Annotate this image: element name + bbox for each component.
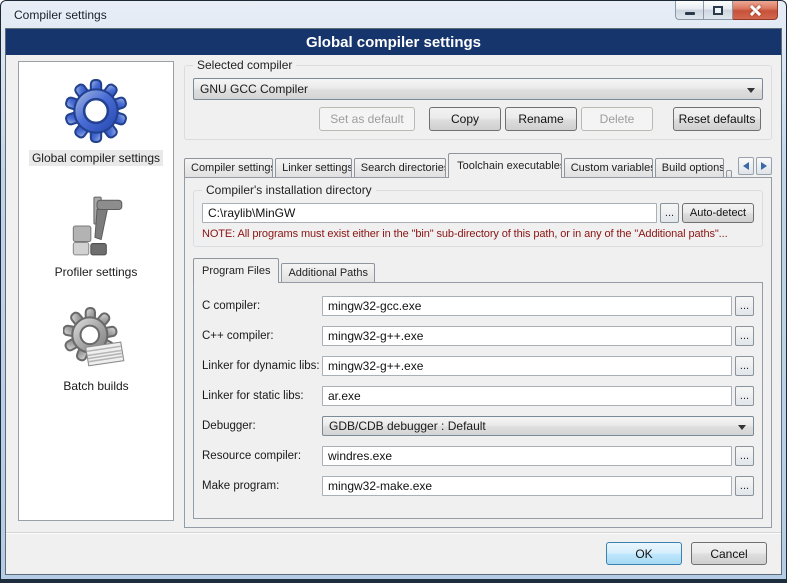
field-row-c-compiler: C compiler: ... [202, 296, 754, 316]
selected-compiler-dropdown[interactable]: GNU GCC Compiler [193, 78, 763, 100]
main-panel: Selected compiler GNU GCC Compiler Set a… [184, 61, 772, 528]
field-label: C++ compiler: [202, 330, 322, 342]
tab-build-options[interactable]: Build options [655, 158, 725, 177]
program-files-tabbar: Program Files Additional Paths [193, 259, 763, 282]
sidebar-item-label: Batch builds [60, 378, 131, 394]
gray-gear-stack-icon [63, 306, 129, 372]
linker-dynamic-input[interactable] [322, 356, 732, 376]
chevron-down-icon [738, 425, 746, 430]
debugger-dropdown[interactable]: GDB/CDB debugger : Default [322, 416, 754, 436]
installation-directory-input[interactable] [202, 203, 657, 223]
page-title: Global compiler settings [306, 34, 481, 51]
tab-custom-variables[interactable]: Custom variables [564, 158, 653, 177]
close-icon [749, 4, 761, 16]
compiler-buttons-row: Set as default Copy Rename Delete Reset … [193, 107, 763, 131]
installation-directory-browse-button[interactable]: ... [660, 203, 679, 223]
field-row-linker-dynamic: Linker for dynamic libs: ... [202, 356, 754, 376]
caliper-blocks-icon [63, 192, 129, 258]
field-label: C compiler: [202, 300, 322, 312]
make-program-browse-button[interactable]: ... [735, 476, 754, 496]
sidebar-item-global-compiler-settings[interactable]: Global compiler settings [29, 78, 163, 166]
field-row-resource-compiler: Resource compiler: ... [202, 446, 754, 466]
cpp-compiler-input[interactable] [322, 326, 732, 346]
subtab-additional-paths[interactable]: Additional Paths [281, 263, 375, 282]
field-label: Debugger: [202, 420, 322, 432]
sidebar-item-profiler-settings[interactable]: Profiler settings [52, 192, 141, 280]
installation-directory-group-label: Compiler's installation directory [202, 183, 376, 197]
selected-compiler-group-label: Selected compiler [193, 58, 296, 72]
field-label: Resource compiler: [202, 450, 322, 462]
minimize-icon [685, 12, 695, 15]
blue-gear-icon [63, 78, 129, 144]
resource-compiler-input[interactable] [322, 446, 732, 466]
c-compiler-browse-button[interactable]: ... [735, 296, 754, 316]
settings-sidebar: Global compiler settings Profiler settin… [18, 61, 174, 521]
ok-button[interactable]: OK [606, 542, 682, 565]
close-button[interactable] [733, 1, 778, 20]
field-label: Make program: [202, 480, 322, 492]
sidebar-item-label: Profiler settings [52, 264, 141, 280]
linker-dynamic-browse-button[interactable]: ... [735, 356, 754, 376]
minimize-button[interactable] [675, 1, 704, 20]
window-title: Compiler settings [14, 8, 107, 22]
set-as-default-button[interactable]: Set as default [319, 107, 415, 131]
sidebar-item-label: Global compiler settings [29, 150, 163, 166]
sidebar-item-batch-builds[interactable]: Batch builds [60, 306, 131, 394]
content: Global compiler settings Profiler settin… [6, 55, 781, 532]
tab-linker-settings[interactable]: Linker settings [275, 158, 352, 177]
reset-defaults-button[interactable]: Reset defaults [673, 107, 761, 131]
resource-compiler-browse-button[interactable]: ... [735, 446, 754, 466]
field-row-debugger: Debugger: GDB/CDB debugger : Default [202, 416, 754, 436]
field-row-cpp-compiler: C++ compiler: ... [202, 326, 754, 346]
maximize-icon [713, 6, 723, 15]
right-triangle-icon [761, 162, 767, 170]
cpp-compiler-browse-button[interactable]: ... [735, 326, 754, 346]
program-files-page: C compiler: ... C++ compiler: ... Linker… [193, 282, 763, 519]
c-compiler-input[interactable] [322, 296, 732, 316]
left-triangle-icon [743, 162, 749, 170]
rename-button[interactable]: Rename [505, 107, 577, 131]
note-text: NOTE: All programs must exist either in … [202, 228, 754, 240]
dialog-footer: OK Cancel [6, 532, 781, 574]
tab-compiler-settings[interactable]: Compiler settings [184, 158, 273, 177]
tab-scroll-left-button[interactable] [738, 157, 754, 175]
debugger-value: GDB/CDB debugger : Default [329, 419, 486, 433]
installation-directory-group: Compiler's installation directory ... Au… [193, 190, 763, 247]
make-program-input[interactable] [322, 476, 732, 496]
toolchain-executables-page: Compiler's installation directory ... Au… [184, 177, 772, 528]
caption-buttons [675, 1, 778, 20]
linker-static-browse-button[interactable]: ... [735, 386, 754, 406]
installation-directory-row: ... Auto-detect [202, 203, 754, 223]
selected-compiler-group: Selected compiler GNU GCC Compiler Set a… [184, 65, 772, 140]
maximize-button[interactable] [704, 1, 733, 20]
selected-compiler-value: GNU GCC Compiler [200, 82, 308, 96]
tab-partial[interactable] [726, 170, 732, 177]
linker-static-input[interactable] [322, 386, 732, 406]
compiler-settings-dialog: Compiler settings Global compiler settin… [0, 0, 787, 583]
subtab-program-files[interactable]: Program Files [193, 258, 279, 283]
field-row-linker-static: Linker for static libs: ... [202, 386, 754, 406]
field-label: Linker for static libs: [202, 390, 322, 402]
delete-button[interactable]: Delete [581, 107, 653, 131]
page-header: Global compiler settings [6, 29, 781, 55]
auto-detect-button[interactable]: Auto-detect [682, 203, 754, 223]
dialog-client-area: Global compiler settings [5, 28, 782, 575]
tab-search-directories[interactable]: Search directories [354, 158, 446, 177]
field-label: Linker for dynamic libs: [202, 360, 322, 372]
settings-tabbar: Compiler settings Linker settings Search… [184, 152, 772, 177]
chevron-down-icon [747, 88, 755, 93]
titlebar[interactable]: Compiler settings [1, 1, 786, 28]
tab-toolchain-executables[interactable]: Toolchain executables [448, 153, 562, 178]
cancel-button[interactable]: Cancel [691, 542, 767, 565]
field-row-make-program: Make program: ... [202, 476, 754, 496]
tab-scroll-right-button[interactable] [756, 157, 772, 175]
tab-scroll-arrows [738, 157, 772, 175]
copy-button[interactable]: Copy [429, 107, 501, 131]
